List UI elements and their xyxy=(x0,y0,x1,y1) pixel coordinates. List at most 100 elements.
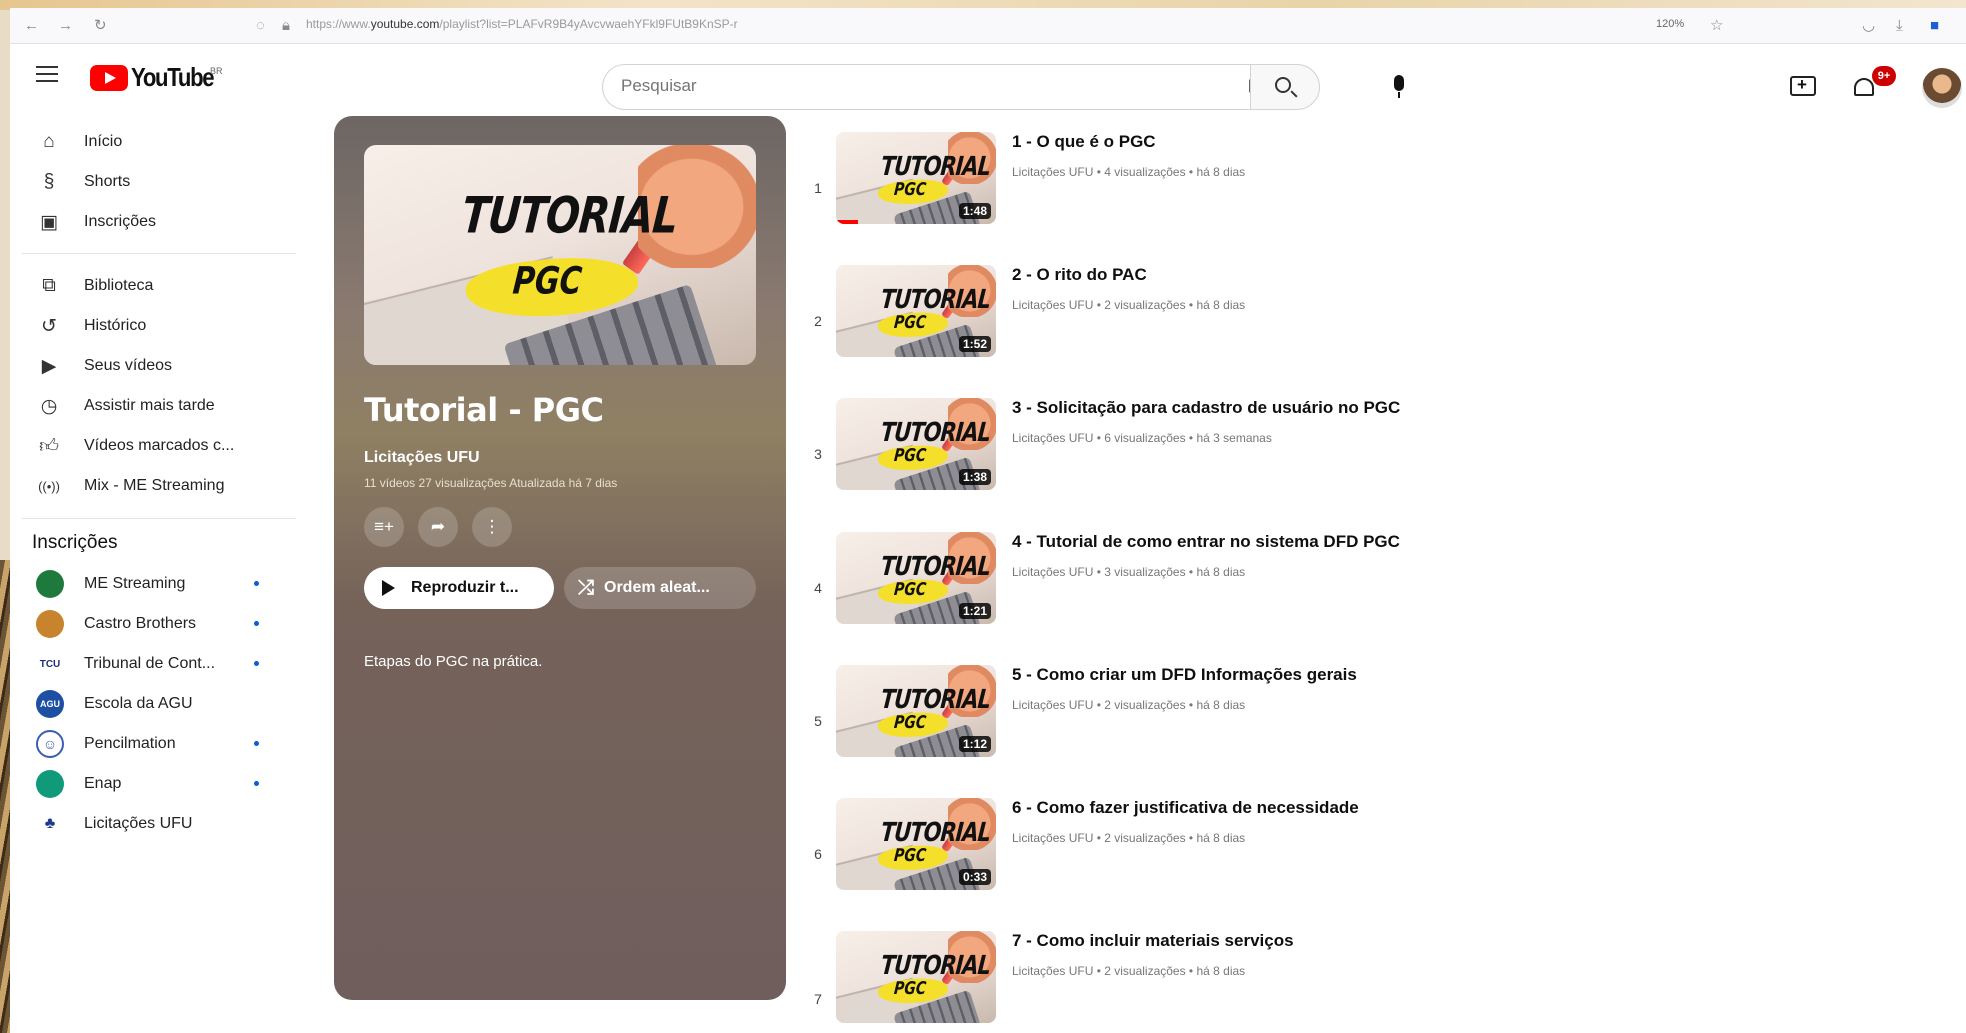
more-options-icon[interactable]: ⋮ xyxy=(472,507,512,547)
video-thumbnail[interactable]: TUTORIAL PGC 1:21 xyxy=(836,532,996,624)
zoom-level[interactable]: 120% xyxy=(1656,18,1684,30)
thumbnail-text-line2: PGC xyxy=(511,259,584,304)
video-list-item[interactable]: 2 TUTORIAL PGC 1:52 2 - O rito do PAC Lic… xyxy=(806,265,1506,381)
thumbnail-text-line1: TUTORIAL xyxy=(879,417,992,448)
sidebar-item-library[interactable]: ⧉ Biblioteca xyxy=(22,266,296,306)
channel-avatar: ♣ xyxy=(36,810,64,838)
sidebar-item-label: Histórico xyxy=(84,317,147,334)
thumbnail-text-line1: TUTORIAL xyxy=(459,187,680,246)
video-duration: 1:12 xyxy=(958,736,991,752)
subscription-item-castro-brothers[interactable]: Castro Brothers xyxy=(22,604,296,644)
video-meta: Licitações UFU • 2 visualizações • há 8 … xyxy=(1012,298,1246,312)
video-thumbnail[interactable]: TUTORIAL PGC 1:52 xyxy=(836,265,996,357)
video-duration: 0:33 xyxy=(958,869,991,885)
hamburger-menu-icon[interactable] xyxy=(32,61,62,91)
reload-icon[interactable]: ↻ xyxy=(94,16,107,36)
video-list-item[interactable]: 7 TUTORIAL PGC 7 - Como incluir materiais… xyxy=(806,931,1506,1033)
avatar[interactable] xyxy=(1922,68,1962,108)
subscription-label: Enap xyxy=(84,775,122,792)
search-button[interactable] xyxy=(1250,64,1320,110)
share-icon[interactable]: ➦ xyxy=(418,507,458,547)
video-title[interactable]: 4 - Tutorial de como entrar no sistema D… xyxy=(1012,532,1400,552)
video-title[interactable]: 2 - O rito do PAC xyxy=(1012,265,1147,285)
playlist-thumbnail[interactable]: TUTORIAL PGC xyxy=(364,145,756,365)
video-duration: 1:48 xyxy=(958,203,991,219)
shuffle-button[interactable]: ⤮ Ordem aleat... xyxy=(564,567,756,609)
video-thumbnail[interactable]: TUTORIAL PGC 1:48 xyxy=(836,132,996,224)
liked-icon: 👍︎ xyxy=(39,435,59,457)
sidebar-item-history[interactable]: ↺ Histórico xyxy=(22,306,296,346)
sidebar-item-watch-later[interactable]: ◷ Assistir mais tarde xyxy=(22,386,296,426)
video-thumbnail[interactable]: TUTORIAL PGC 1:38 xyxy=(836,398,996,490)
sidebar-item-label: Shorts xyxy=(84,173,131,190)
thumbnail-text-line2: PGC xyxy=(892,445,927,466)
video-thumbnail[interactable]: TUTORIAL PGC 0:33 xyxy=(836,798,996,890)
sidebar-item-label: Inscrições xyxy=(84,213,157,230)
video-list-item[interactable]: 6 TUTORIAL PGC 0:33 6 - Como fazer justif… xyxy=(806,798,1506,914)
microphone-stand xyxy=(1398,92,1400,98)
search-input[interactable] xyxy=(621,76,1181,96)
video-list-item[interactable]: 1 TUTORIAL PGC 1:48 1 - O que é o PGC Lic… xyxy=(806,132,1506,248)
subscription-item-me-streaming[interactable]: ME Streaming xyxy=(22,564,296,604)
video-title[interactable]: 7 - Como incluir materiais serviços xyxy=(1012,931,1294,951)
video-index: 3 xyxy=(814,446,822,462)
subscription-item-escola-agu[interactable]: AGU Escola da AGU xyxy=(22,684,296,724)
video-thumbnail[interactable]: TUTORIAL PGC xyxy=(836,931,996,1023)
url-domain: youtube.com xyxy=(370,17,440,31)
sidebar-item-your-videos[interactable]: ▶ Seus vídeos xyxy=(22,346,296,386)
address-bar[interactable]: https://www.youtube.com/playlist?list=PL… xyxy=(306,17,738,31)
save-playlist-icon[interactable]: ≡+ xyxy=(364,507,404,547)
history-icon: ↺ xyxy=(41,315,57,337)
pocket-icon[interactable]: ◡ xyxy=(1862,16,1875,36)
video-title[interactable]: 6 - Como fazer justificativa de necessid… xyxy=(1012,798,1359,818)
forward-icon[interactable]: → xyxy=(58,16,73,36)
video-duration: 1:52 xyxy=(958,336,991,352)
thumbnail-text-line2: PGC xyxy=(892,179,927,200)
subscription-item-tribunal[interactable]: TCU Tribunal de Cont... xyxy=(22,644,296,684)
channel-avatar xyxy=(36,570,64,598)
playlist-description: Etapas do PGC na prática. xyxy=(364,653,543,670)
download-icon[interactable]: ⤓ xyxy=(1896,16,1903,36)
subscription-label: Pencilmation xyxy=(84,735,176,752)
youtube-logo[interactable]: YouTube xyxy=(90,62,228,93)
video-thumbnail[interactable]: TUTORIAL PGC 1:12 xyxy=(836,665,996,757)
subscriptions-icon: ▣ xyxy=(40,211,58,233)
video-index: 2 xyxy=(814,313,822,329)
new-content-dot xyxy=(254,781,259,786)
microphone-icon xyxy=(1394,75,1404,91)
subscription-item-enap[interactable]: Enap xyxy=(22,764,296,804)
shield-icon[interactable]: ◌ xyxy=(256,16,265,36)
video-list-item[interactable]: 3 TUTORIAL PGC 1:38 3 - Solicitação para … xyxy=(806,398,1506,514)
video-list-item[interactable]: 4 TUTORIAL PGC 1:21 4 - Tutorial de como … xyxy=(806,532,1506,648)
sidebar-item-subscriptions[interactable]: ▣ Inscrições xyxy=(22,202,296,242)
create-video-icon[interactable] xyxy=(1790,75,1816,96)
video-title[interactable]: 1 - O que é o PGC xyxy=(1012,132,1156,152)
new-content-dot xyxy=(254,581,259,586)
bookmark-star-icon[interactable]: ☆ xyxy=(1710,16,1723,36)
playlist-owner[interactable]: Licitações UFU xyxy=(364,449,480,467)
video-index: 1 xyxy=(814,180,822,196)
lock-icon[interactable]: 🔒︎ xyxy=(282,16,290,36)
voice-search-button[interactable] xyxy=(1380,68,1418,106)
new-content-dot xyxy=(254,661,259,666)
video-title[interactable]: 5 - Como criar um DFD Informações gerais xyxy=(1012,665,1357,685)
thumbnail-text-line1: TUTORIAL xyxy=(879,950,992,981)
watch-progress-bar xyxy=(836,220,858,224)
sidebar-item-label: Biblioteca xyxy=(84,277,154,294)
sidebar-item-liked-videos[interactable]: 👍︎ Vídeos marcados c... xyxy=(22,426,296,466)
sidebar-item-label: Assistir mais tarde xyxy=(84,397,215,414)
sidebar-item-shorts[interactable]: § Shorts xyxy=(22,162,296,202)
video-list-item[interactable]: 5 TUTORIAL PGC 1:12 5 - Como criar um DFD… xyxy=(806,665,1506,781)
extension-icon[interactable]: ■ xyxy=(1930,16,1939,36)
sidebar-item-mix[interactable]: ((•)) Mix - ME Streaming xyxy=(22,466,296,506)
subscription-label: ME Streaming xyxy=(84,575,186,592)
channel-avatar: ☺ xyxy=(36,730,64,758)
thumbnail-text-line2: PGC xyxy=(892,978,927,999)
play-all-button[interactable]: Reproduzir t... xyxy=(364,567,554,609)
sidebar-item-home[interactable]: ⌂ Início xyxy=(22,122,296,162)
subscription-item-pencilmation[interactable]: ☺ Pencilmation xyxy=(22,724,296,764)
subscription-item-licitacoes-ufu[interactable]: ♣ Licitações UFU xyxy=(22,804,296,844)
video-title[interactable]: 3 - Solicitação para cadastro de usuário… xyxy=(1012,398,1400,418)
back-icon[interactable]: ← xyxy=(24,16,39,36)
video-meta: Licitações UFU • 2 visualizações • há 8 … xyxy=(1012,698,1246,712)
